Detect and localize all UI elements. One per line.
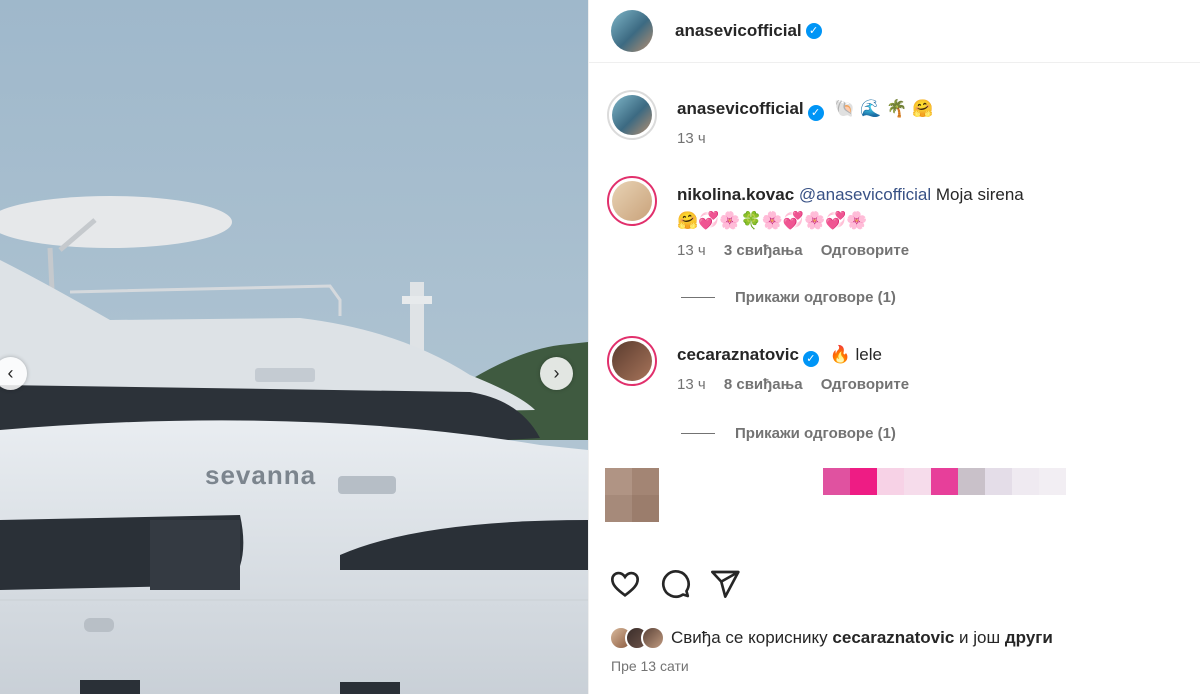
comment-time: 13 ч (677, 242, 706, 259)
comment-item: cecaraznatovic ✓ 🔥 lele 13 ч 8 свиђања Од… (607, 336, 923, 393)
view-replies-button[interactable]: Прикажи одговоре (1) (681, 425, 896, 442)
verified-badge-icon: ✓ (805, 23, 822, 39)
like-heart-icon[interactable] (609, 568, 641, 600)
reply-button[interactable]: Одговорите (821, 376, 909, 393)
caption-time: 13 ч (677, 130, 706, 147)
author-avatar[interactable] (611, 10, 653, 52)
avatar (641, 626, 665, 650)
commenter-avatar[interactable] (607, 176, 657, 226)
post-timestamp[interactable]: Пре 13 сати (611, 658, 689, 674)
chevron-right-icon: › (553, 363, 560, 383)
caption-username[interactable]: anasevicofficial (677, 99, 804, 118)
reply-button[interactable]: Одговорите (821, 242, 909, 259)
share-send-icon[interactable] (709, 568, 741, 600)
comment-emoji-line: 🤗💞🌸🍀🌸💞🌸💞🌸 (677, 211, 868, 230)
view-replies-label: Прикажи одговоре (1) (735, 289, 896, 306)
comment-likes[interactable]: 3 свиђања (724, 242, 803, 259)
comment-username[interactable]: nikolina.kovac (677, 185, 794, 204)
divider (681, 433, 715, 434)
likes-prefix: Свиђа се кориснику (671, 628, 828, 647)
caption-text: 🐚 🌊 🌴 🤗 (834, 99, 934, 118)
post-caption: anasevicofficial ✓ 🐚 🌊 🌴 🤗 13 ч (607, 90, 933, 147)
view-replies-button[interactable]: Прикажи одговоре (1) (681, 289, 896, 306)
post-media[interactable]: sevanna ‹ › (0, 0, 588, 694)
comment-time: 13 ч (677, 376, 706, 393)
comment-bubble-icon[interactable] (659, 568, 691, 600)
commenter-avatar[interactable] (607, 336, 657, 386)
likes-summary: Свиђа се кориснику cecaraznatovic и још … (609, 626, 1053, 650)
comment-item: nikolina.kovac @anasevicofficial Moja si… (607, 176, 1024, 259)
comment-text: 🔥 lele (829, 345, 882, 364)
liker-avatars[interactable] (609, 626, 665, 650)
divider (681, 297, 715, 298)
post-header: anasevicofficial ✓ (589, 0, 1200, 63)
likes-user[interactable]: cecaraznatovic (832, 628, 954, 648)
verified-badge-icon: ✓ (807, 105, 824, 121)
caption-avatar[interactable] (607, 90, 657, 140)
comment-likes[interactable]: 8 свиђања (724, 376, 803, 393)
likes-mid: и још (959, 628, 1001, 647)
yacht-photo: sevanna (0, 0, 588, 694)
view-replies-label: Прикажи одговоре (1) (735, 425, 896, 442)
yacht-name-text: sevanna (205, 460, 316, 490)
author-username[interactable]: anasevicofficial (675, 21, 802, 41)
next-image-button[interactable]: › (540, 357, 573, 390)
chevron-left-icon: ‹ (7, 363, 14, 383)
post-actions (609, 568, 741, 600)
comment-username[interactable]: cecaraznatovic (677, 345, 799, 364)
comment-text: Moja sirena (935, 185, 1024, 204)
verified-badge-icon: ✓ (802, 351, 819, 367)
likes-others[interactable]: други (1005, 628, 1053, 648)
post-details-panel: anasevicofficial ✓ anasevicofficial ✓ 🐚 🌊… (588, 0, 1200, 694)
pixelated-comment (605, 468, 1066, 522)
comment-mention[interactable]: @anasevicofficial (799, 185, 931, 204)
